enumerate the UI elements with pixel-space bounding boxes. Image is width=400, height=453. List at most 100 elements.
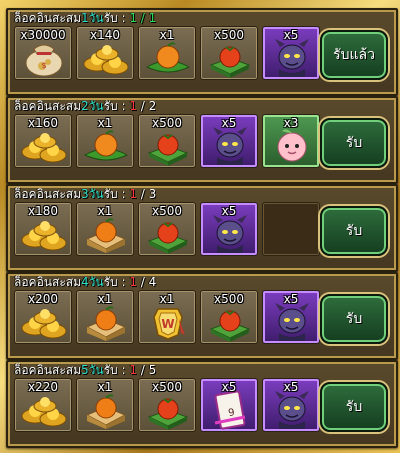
reward-item[interactable]: x5 — [200, 114, 258, 168]
reward-item[interactable]: x500 — [138, 202, 196, 256]
reward-item[interactable]: x5 — [262, 290, 320, 344]
progress-current: 1 — [129, 187, 137, 201]
reward-row-title: ล็อคอินสะสม2วันรับ : 1 / 2 — [14, 99, 156, 113]
svg-text:$: $ — [41, 61, 46, 70]
item-quantity: x180 — [27, 204, 58, 218]
progress-separator: / — [136, 11, 149, 25]
item-quantity: x5 — [283, 28, 299, 42]
reward-item[interactable]: x1 — [76, 202, 134, 256]
claim-button[interactable]: รับ — [320, 294, 388, 344]
progress-current: 1 — [129, 11, 137, 25]
claim-button[interactable]: รับ — [320, 118, 388, 168]
reward-row: ล็อคอินสะสม5วันรับ : 1 / 5 x220 x1 x500 9… — [6, 360, 398, 448]
svg-text:W: W — [161, 317, 174, 331]
reward-row-title: ล็อคอินสะสม3วันรับ : 1 / 3 — [14, 187, 156, 201]
reward-item[interactable]: x1 — [138, 26, 196, 80]
claim-button[interactable]: รับ — [320, 206, 388, 256]
reward-item[interactable]: x1 — [76, 114, 134, 168]
reward-item[interactable]: x500 — [138, 114, 196, 168]
progress-separator: / — [136, 363, 149, 377]
reward-row: ล็อคอินสะสม3วันรับ : 1 / 3 x180 x1 x500 … — [6, 184, 398, 272]
progress-total: 1 — [148, 11, 157, 25]
item-quantity: x1 — [97, 116, 113, 130]
title-prefix: ล็อคอินสะสม — [14, 187, 82, 201]
reward-item[interactable]: x500 — [200, 290, 258, 344]
reward-item[interactable]: x5 — [200, 202, 258, 256]
reward-row: ล็อคอินสะสม2วันรับ : 1 / 2 x160 x1 x500 … — [6, 96, 398, 184]
progress-separator: / — [136, 187, 149, 201]
item-quantity: x5 — [221, 380, 237, 394]
day-count: 2วัน — [81, 99, 104, 113]
title-prefix: ล็อคอินสะสม — [14, 363, 82, 377]
progress-current: 1 — [129, 363, 137, 377]
title-suffix: รับ : — [103, 275, 130, 289]
progress-separator: / — [136, 275, 149, 289]
title-suffix: รับ : — [103, 11, 130, 25]
item-quantity: x500 — [151, 116, 182, 130]
progress-total: 5 — [148, 363, 157, 377]
item-quantity: x5 — [283, 292, 299, 306]
reward-row: ล็อคอินสะสม4วันรับ : 1 / 4 x200 x1 W x1 x… — [6, 272, 398, 360]
reward-item[interactable]: x1 — [76, 290, 134, 344]
reward-item[interactable]: x140 — [76, 26, 134, 80]
claim-button[interactable]: รับ — [320, 382, 388, 432]
reward-item[interactable]: x500 — [200, 26, 258, 80]
item-quantity: x500 — [151, 380, 182, 394]
reward-item[interactable]: x180 — [14, 202, 72, 256]
item-quantity: x5 — [283, 380, 299, 394]
item-quantity: x1 — [159, 292, 175, 306]
item-quantity: x3 — [283, 116, 299, 130]
item-quantity: x500 — [213, 28, 244, 42]
reward-row-title: ล็อคอินสะสม5วันรับ : 1 / 5 — [14, 363, 156, 377]
reward-item[interactable]: x5 — [262, 378, 320, 432]
reward-row: ล็อคอินสะสม1วันรับ : 1 / 1 $ x30000 x140… — [6, 8, 398, 96]
reward-item[interactable]: x220 — [14, 378, 72, 432]
progress-total: 2 — [148, 99, 157, 113]
reward-item[interactable]: x5 — [262, 26, 320, 80]
title-prefix: ล็อคอินสะสม — [14, 275, 82, 289]
item-quantity: x1 — [97, 204, 113, 218]
reward-row-title: ล็อคอินสะสม4วันรับ : 1 / 4 — [14, 275, 156, 289]
item-quantity: x5 — [221, 116, 237, 130]
item-quantity: x140 — [89, 28, 120, 42]
reward-items: x160 x1 x500 x5 x3 — [14, 114, 320, 168]
item-quantity: x5 — [221, 204, 237, 218]
empty-slot — [262, 202, 320, 256]
reward-item[interactable]: x1 — [76, 378, 134, 432]
title-suffix: รับ : — [103, 99, 130, 113]
reward-item[interactable]: 9 x5 — [200, 378, 258, 432]
reward-item[interactable]: x3 — [262, 114, 320, 168]
title-suffix: รับ : — [103, 187, 130, 201]
progress-total: 4 — [148, 275, 157, 289]
progress-current: 1 — [129, 99, 137, 113]
claimed-button[interactable]: รับแล้ว — [320, 30, 388, 80]
reward-item[interactable]: W x1 — [138, 290, 196, 344]
title-prefix: ล็อคอินสะสม — [14, 11, 82, 25]
item-quantity: x30000 — [20, 28, 66, 42]
item-quantity: x500 — [213, 292, 244, 306]
item-quantity: x1 — [97, 380, 113, 394]
day-count: 3วัน — [81, 187, 104, 201]
progress-separator: / — [136, 99, 149, 113]
item-quantity: x160 — [27, 116, 58, 130]
progress-total: 3 — [148, 187, 157, 201]
reward-items: $ x30000 x140 x1 x500 x5 — [14, 26, 320, 80]
item-quantity: x220 — [27, 380, 58, 394]
progress-current: 1 — [129, 275, 137, 289]
reward-item[interactable]: x160 — [14, 114, 72, 168]
item-quantity: x200 — [27, 292, 58, 306]
reward-item[interactable]: x200 — [14, 290, 72, 344]
reward-item[interactable]: $ x30000 — [14, 26, 72, 80]
item-quantity: x1 — [97, 292, 113, 306]
reward-items: x180 x1 x500 x5 — [14, 202, 320, 256]
item-quantity: x500 — [151, 204, 182, 218]
day-count: 4วัน — [81, 275, 104, 289]
title-prefix: ล็อคอินสะสม — [14, 99, 82, 113]
day-count: 1วัน — [81, 11, 104, 25]
item-quantity: x1 — [159, 28, 175, 42]
reward-items: x220 x1 x500 9 x5 x5 — [14, 378, 320, 432]
reward-item[interactable]: x500 — [138, 378, 196, 432]
title-suffix: รับ : — [103, 363, 130, 377]
reward-row-title: ล็อคอินสะสม1วันรับ : 1 / 1 — [14, 11, 156, 25]
day-count: 5วัน — [81, 363, 104, 377]
